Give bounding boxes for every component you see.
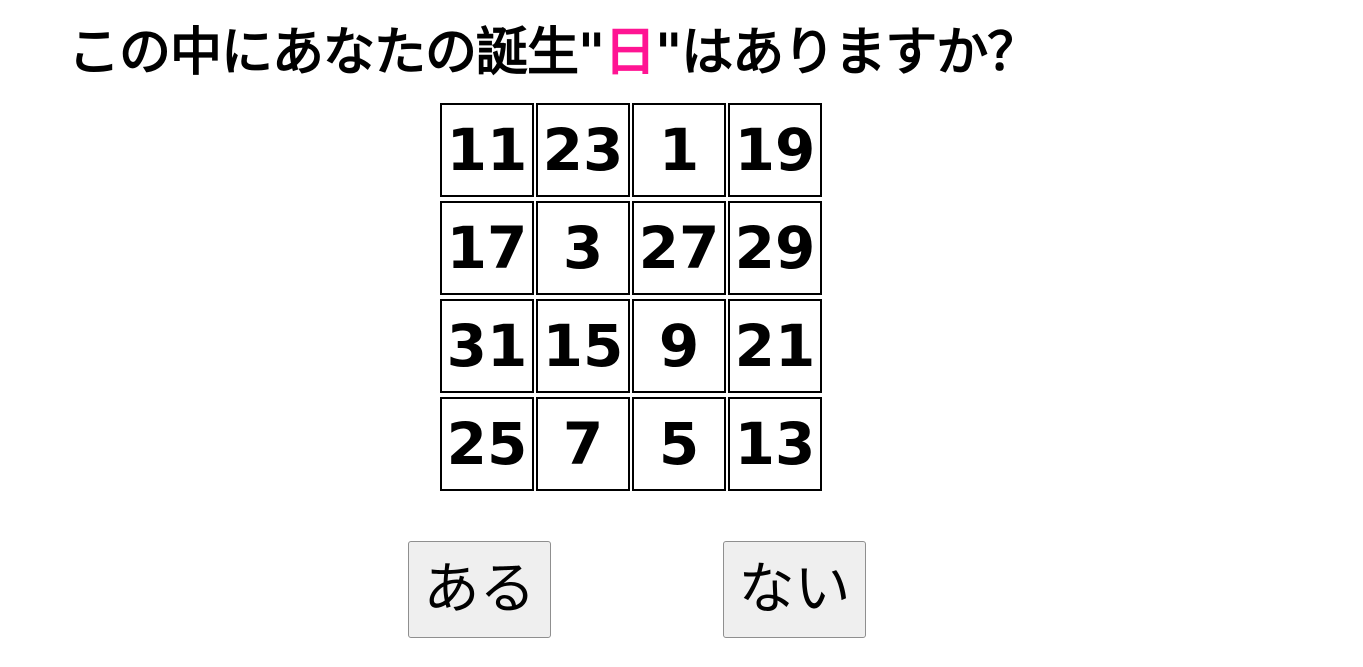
grid-cell: 21: [728, 299, 822, 393]
grid-cell: 29: [728, 201, 822, 295]
grid-row: 17 3 27 29: [440, 201, 822, 295]
grid-cell: 31: [440, 299, 534, 393]
grid-cell: 7: [536, 397, 630, 491]
grid-cell: 27: [632, 201, 726, 295]
grid-cell: 3: [536, 201, 630, 295]
grid-cell: 11: [440, 103, 534, 197]
grid-cell: 17: [440, 201, 534, 295]
question-title: この中にあなたの誕生"日"はありますか？: [68, 22, 1039, 84]
grid-cell: 5: [632, 397, 726, 491]
grid-row: 31 15 9 21: [440, 299, 822, 393]
number-grid: 11 23 1 19 17 3 27 29 31 15 9 21 25 7 5 …: [438, 99, 824, 495]
grid-cell: 9: [632, 299, 726, 393]
grid-cell: 15: [536, 299, 630, 393]
grid-cell: 25: [440, 397, 534, 491]
question-prefix: この中にあなたの誕生": [68, 23, 605, 83]
no-button[interactable]: ない: [723, 541, 866, 638]
question-highlight: 日: [604, 23, 656, 83]
grid-cell: 1: [632, 103, 726, 197]
grid-cell: 19: [728, 103, 822, 197]
grid-cell: 23: [536, 103, 630, 197]
grid-row: 11 23 1 19: [440, 103, 822, 197]
grid-row: 25 7 5 13: [440, 397, 822, 491]
yes-button[interactable]: ある: [408, 541, 551, 638]
grid-cell: 13: [728, 397, 822, 491]
question-suffix: "はありますか？: [655, 23, 1039, 83]
